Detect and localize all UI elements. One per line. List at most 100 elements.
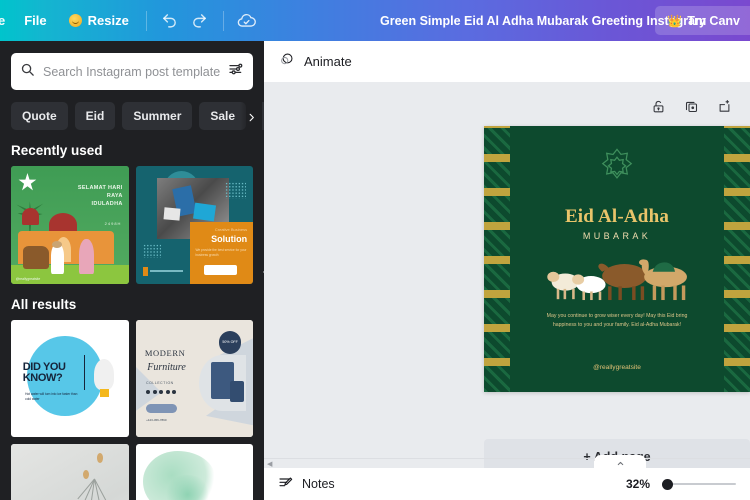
- thumb-headline: SELAMAT HARI RAYA IDULADHA: [57, 185, 123, 209]
- search-box[interactable]: [11, 53, 253, 90]
- headline-line-2: RAYA: [106, 192, 123, 199]
- thumb-kicker: Creative Business: [214, 227, 248, 233]
- search-input[interactable]: [43, 64, 220, 79]
- chip-eid[interactable]: Eid: [74, 102, 116, 130]
- paper-1: [163, 207, 181, 221]
- notes-label: Notes: [302, 477, 335, 491]
- woman-illustration: [79, 238, 95, 275]
- thumb-body: Hot water will turn into ice faster than…: [25, 392, 78, 402]
- ornamental-border-left: [484, 126, 510, 392]
- filter-sliders-icon[interactable]: [228, 61, 244, 82]
- phone-2: [193, 202, 217, 222]
- search-icon: [20, 62, 35, 82]
- undo-button[interactable]: [155, 7, 185, 35]
- template-card-selamat-hari-raya[interactable]: SELAMAT HARI RAYA IDULADHA 2498H @really…: [11, 166, 129, 284]
- section-title-recently-used: Recently used: [11, 143, 103, 158]
- mosque-dome-small: [21, 208, 40, 225]
- headline-line-3: IDULADHA: [91, 200, 123, 207]
- canvas-handle-text: @reallygreatsite: [593, 363, 641, 371]
- recently-used-grid: SELAMAT HARI RAYA IDULADHA 2498H @really…: [0, 166, 264, 284]
- canvas-body-text: May you continue to grow wiser every day…: [546, 313, 688, 329]
- status-bar: Notes 32%: [264, 468, 750, 500]
- resize-label: Resize: [87, 13, 129, 28]
- canvas-subtitle: MUBARAK: [582, 231, 652, 242]
- thumb-title: MODERN: [144, 347, 186, 358]
- notes-button[interactable]: Notes: [278, 475, 335, 494]
- redo-button[interactable]: [185, 7, 215, 35]
- man-illustration: [50, 241, 64, 275]
- add-page-icon[interactable]: [717, 99, 732, 114]
- thumb-headline: DID YOU KNOW?: [22, 360, 66, 385]
- file-menu-label: File: [24, 13, 47, 28]
- chip-quote[interactable]: Quote: [11, 102, 68, 130]
- templates-sidebar: Quote Eid Summer Sale Idul adh Recently …: [0, 41, 264, 500]
- zoom-level-label: 32%: [625, 477, 650, 491]
- page-tools: [651, 99, 732, 114]
- home-button[interactable]: e: [0, 13, 11, 28]
- footer-badge: [142, 267, 149, 277]
- canvas-title: Eid Al-Adha: [564, 205, 670, 227]
- animals-illustration: [543, 256, 697, 301]
- zoom-slider[interactable]: [662, 477, 736, 491]
- cow-illustration: [22, 245, 49, 270]
- zoom-slider-knob[interactable]: [662, 478, 673, 490]
- zoom-slider-track: [662, 483, 736, 485]
- canva-editor-window: e File Resize Green Simple Eid Al Adha M…: [0, 0, 750, 500]
- expand-panel-tab[interactable]: [594, 455, 646, 468]
- design-canvas[interactable]: Eid Al-Adha MUBARAK May you continue to …: [484, 126, 750, 392]
- thumb-footer: [142, 267, 190, 277]
- crown-icon: 👑: [667, 13, 683, 28]
- search-area: [0, 41, 264, 90]
- section-title-all-results: All results: [11, 296, 77, 312]
- sheep-2: [571, 274, 606, 301]
- thumb-year: 2498H: [104, 221, 122, 227]
- thumb-cta-button: [146, 404, 177, 414]
- resize-button[interactable]: Resize: [60, 8, 138, 33]
- try-canva-label: Try Canv: [687, 13, 740, 28]
- cabinet-2: [229, 380, 244, 402]
- dot-grid-decor-bottom: [142, 243, 162, 258]
- resize-icon: [68, 14, 82, 27]
- file-menu-button[interactable]: File: [15, 8, 55, 33]
- top-toolbar: e File Resize Green Simple Eid Al Adha M…: [0, 0, 750, 41]
- design-toolbar: Animate: [264, 41, 750, 82]
- try-canva-pro-button[interactable]: 👑 Try Canv: [655, 6, 750, 35]
- cow: [597, 263, 647, 301]
- thumb-body: We provide the best service for your bus…: [195, 248, 247, 258]
- camel: [638, 259, 687, 301]
- color-swatches: [146, 390, 177, 394]
- template-card-green-watercolor[interactable]: [135, 444, 253, 500]
- chevron-right-icon[interactable]: [240, 102, 262, 130]
- thumb-headline: Solution: [211, 234, 248, 245]
- toolbar-divider-1: [145, 10, 147, 31]
- editor-area: Animate Eid Al-Adha MUBARAK May you cont…: [264, 41, 750, 500]
- template-card-modern-furniture[interactable]: 50% OFF MODERN Furniture COLLECTION +123…: [135, 319, 253, 437]
- canvas-content: Eid Al-Adha MUBARAK May you continue to …: [484, 126, 750, 392]
- dot-grid-decor-top: [224, 182, 246, 199]
- thumb-phone: +123-456-7890: [146, 418, 167, 423]
- toolbar-divider-2: [222, 10, 224, 31]
- dried-flower-decor: [74, 451, 114, 500]
- lightbulb-icon: [94, 359, 115, 397]
- filter-chips: Quote Eid Summer Sale Idul adh: [0, 90, 264, 130]
- chevron-left-small-icon[interactable]: ◀: [267, 460, 272, 468]
- thumb-script: Furniture: [147, 361, 186, 373]
- template-card-youre-free[interactable]: You're free: [11, 444, 129, 500]
- animate-button[interactable]: Animate: [304, 54, 352, 69]
- cloud-saved-icon[interactable]: [232, 7, 262, 35]
- horizontal-scrollbar[interactable]: ◀: [264, 458, 750, 468]
- lock-icon[interactable]: [651, 99, 666, 114]
- duplicate-page-icon[interactable]: [684, 99, 699, 114]
- ornamental-border-right: [724, 126, 750, 392]
- notes-icon: [278, 475, 294, 494]
- all-results-grid: DID YOU KNOW? Hot water will turn into ic…: [0, 319, 264, 500]
- chip-summer[interactable]: Summer: [122, 102, 193, 130]
- divider-line: [83, 354, 86, 390]
- template-card-did-you-know[interactable]: DID YOU KNOW? Hot water will turn into ic…: [11, 319, 129, 437]
- eight-point-star-icon: [598, 147, 636, 185]
- zoom-controls: 32%: [626, 477, 736, 491]
- thumb-credit: @reallygreatsite: [15, 277, 41, 282]
- discount-badge: 50% OFF: [218, 331, 242, 354]
- template-card-business-solution[interactable]: Creative Business Solution We provide th…: [135, 166, 253, 284]
- flower-bud-2: [82, 469, 89, 480]
